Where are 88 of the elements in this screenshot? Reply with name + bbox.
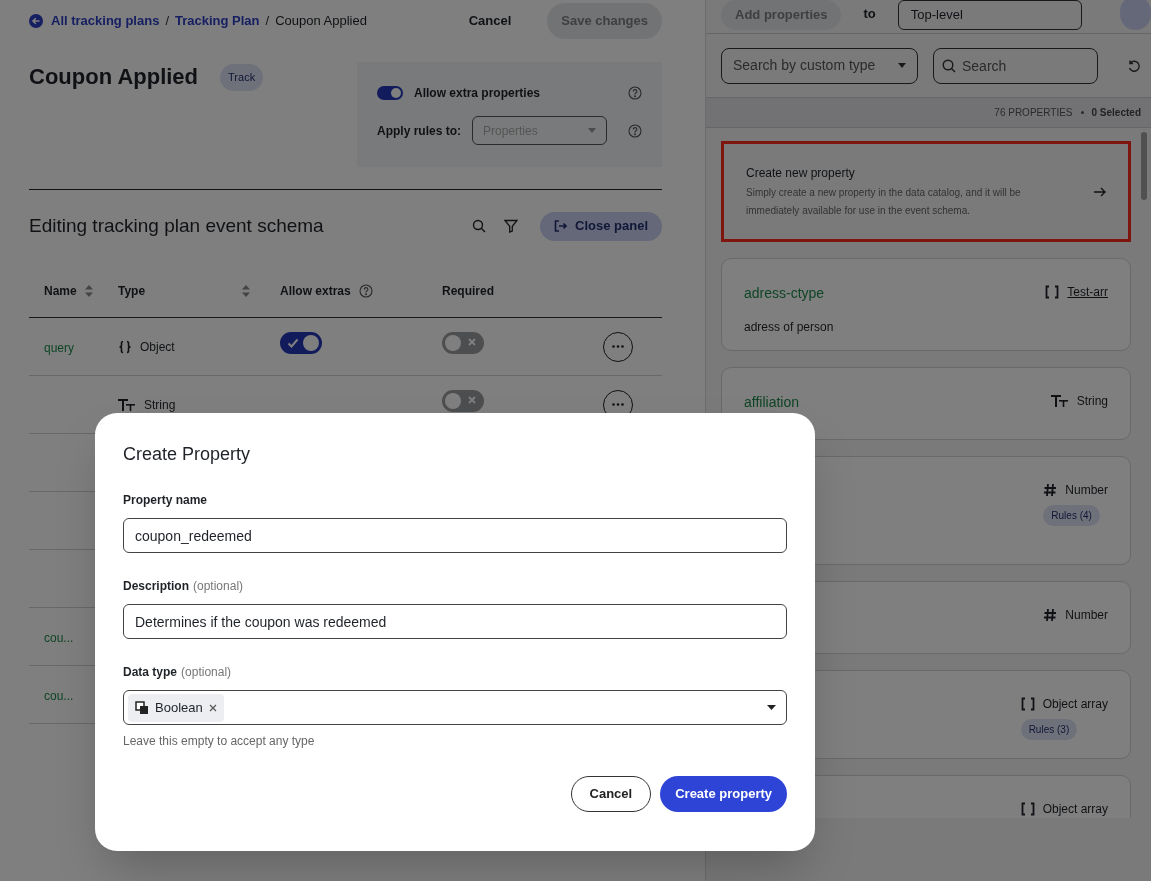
property-name: adress-ctype xyxy=(744,284,826,303)
optional-label: (optional) xyxy=(193,578,244,595)
optional-label: (optional) xyxy=(181,664,232,681)
hash-icon xyxy=(1043,483,1058,497)
brackets-icon xyxy=(1045,285,1060,299)
rules-badge: Rules (4) xyxy=(1043,505,1100,526)
property-card[interactable]: adress-ctype adress of person Test-arr xyxy=(721,258,1131,351)
helper-text: Leave this empty to accept any type xyxy=(123,733,316,750)
help-icon xyxy=(628,123,642,138)
dot-separator xyxy=(1080,111,1084,114)
property-count: 76 PROPERTIES xyxy=(994,106,1073,120)
property-name[interactable]: cou... xyxy=(44,630,74,645)
ellipsis-icon xyxy=(612,345,624,348)
breadcrumb-link[interactable]: All tracking plans xyxy=(51,11,160,31)
search-icon xyxy=(472,219,487,233)
type-label: Object xyxy=(140,338,175,356)
cancel-button[interactable]: Cancel xyxy=(458,11,522,31)
brackets-icon xyxy=(1020,697,1035,711)
property-description: adress of person xyxy=(744,319,835,336)
search-icon xyxy=(942,58,956,73)
level-select[interactable]: Top-level xyxy=(897,0,1082,30)
exit-icon xyxy=(554,220,568,232)
column-header[interactable]: Allow extras xyxy=(280,282,351,300)
toggle-switch[interactable] xyxy=(442,332,484,354)
type-chip[interactable]: Boolean xyxy=(128,693,224,722)
braces-icon xyxy=(118,339,132,354)
field-label: Description xyxy=(123,578,189,595)
reset-icon xyxy=(1127,58,1141,73)
type-label: Number xyxy=(1065,482,1108,499)
type-label: String xyxy=(144,396,176,414)
type-link[interactable]: Test-arr xyxy=(1067,283,1108,301)
text-type-icon xyxy=(118,397,136,412)
breadcrumb-separator: / xyxy=(165,12,169,31)
arrow-right-icon xyxy=(1094,186,1106,197)
card-description: Simply create a new property in the data catalog, and it will be immediately available for use in the event schema. xyxy=(746,185,1022,218)
caret-icon xyxy=(588,128,596,133)
remove-icon xyxy=(208,703,217,712)
data-type-select[interactable]: Boolean xyxy=(123,690,787,725)
breadcrumb-link[interactable]: Tracking Plan xyxy=(175,11,260,31)
column-header[interactable]: Required xyxy=(442,282,494,300)
type-label: Object array xyxy=(1042,801,1108,818)
back-arrow-icon xyxy=(29,14,43,28)
field-label: Data type xyxy=(123,664,178,681)
rules-badge: Rules (3) xyxy=(1020,719,1078,740)
toggle-switch[interactable] xyxy=(377,86,403,100)
card-title: Create new property xyxy=(746,164,856,182)
column-header[interactable]: Name xyxy=(44,282,77,300)
type-label: Number xyxy=(1065,607,1108,624)
x-icon xyxy=(467,395,477,405)
check-icon xyxy=(287,337,299,349)
setting-label: Allow extra properties xyxy=(414,85,542,102)
type-label: Object array xyxy=(1042,696,1108,713)
help-icon xyxy=(628,86,642,100)
x-icon xyxy=(467,337,477,347)
setting-label: Apply rules to: xyxy=(377,122,461,140)
dialog-title: Create Property xyxy=(123,443,252,466)
column-header[interactable]: Type xyxy=(118,282,146,300)
breadcrumb-separator: / xyxy=(265,12,270,31)
text-type-icon xyxy=(1050,394,1069,408)
caret-icon xyxy=(767,705,776,710)
create-button[interactable]: Create property xyxy=(660,776,787,812)
search-field[interactable]: Search xyxy=(933,47,1098,84)
close-panel-button[interactable]: Close panel xyxy=(540,211,662,241)
hash-icon xyxy=(1043,608,1058,622)
breadcrumb-current: Coupon Applied xyxy=(275,12,367,31)
ellipsis-icon xyxy=(612,403,624,406)
property-name[interactable]: query xyxy=(44,340,75,355)
boolean-icon xyxy=(135,700,149,715)
scrollbar-thumb[interactable] xyxy=(1141,132,1147,200)
create-property-card[interactable]: Create new property Simply create a new property in the data catalog, and it will be immediately available for use in the event schema. xyxy=(721,141,1131,242)
filter-icon xyxy=(504,219,519,233)
input-field[interactable]: Determines if the coupon was redeemed xyxy=(123,604,787,639)
property-card[interactable]: affiliation String xyxy=(721,367,1131,440)
toggle-switch[interactable] xyxy=(280,332,322,354)
input-field[interactable]: coupon_redeemed xyxy=(123,518,787,553)
brackets-icon xyxy=(1020,802,1035,816)
connector-label: to xyxy=(863,4,876,23)
event-type-badge: Track xyxy=(220,64,264,91)
field-label: Property name xyxy=(123,492,208,509)
custom-type-select[interactable]: Search by custom type xyxy=(721,47,918,84)
property-name: affiliation xyxy=(744,393,800,412)
type-label: String xyxy=(1076,393,1108,410)
property-name[interactable]: cou... xyxy=(44,688,74,703)
caret-icon xyxy=(898,63,906,68)
toggle-switch[interactable] xyxy=(442,390,484,412)
event-title: Coupon Applied xyxy=(29,64,199,90)
selected-count: 0 Selected xyxy=(1091,106,1141,120)
section-heading: Editing tracking plan event schema xyxy=(29,213,325,238)
